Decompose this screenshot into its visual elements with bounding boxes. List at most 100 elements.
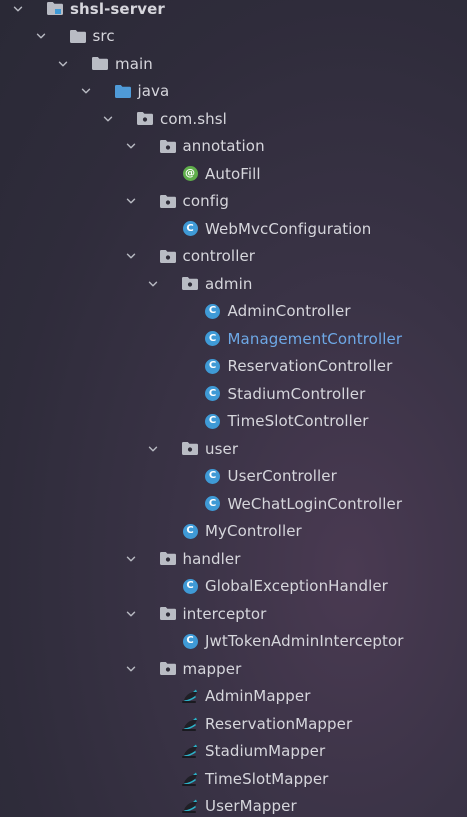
class-icon-glyph: C (182, 633, 198, 649)
source-root-folder-icon (114, 82, 132, 100)
class-icon-glyph: C (205, 303, 220, 319)
tree-item-mapper[interactable]: ReservationMapper (0, 710, 467, 738)
class-icon-glyph: C (205, 358, 220, 374)
class-icon-glyph: C (205, 413, 220, 429)
tree-item-class[interactable]: C UserController (0, 463, 467, 491)
tree-item-label: ReservationMapper (205, 714, 353, 733)
chevron-down-icon[interactable] (126, 251, 136, 261)
chevron-down-icon[interactable] (126, 664, 136, 674)
tree-item-mapper[interactable]: AdminMapper (0, 683, 467, 711)
tree-item-label: StadiumController (227, 384, 366, 403)
mybatis-mapper-icon (181, 742, 199, 760)
tree-item-label: interceptor (182, 604, 267, 623)
tree-item-folder[interactable]: src (0, 23, 467, 51)
tree-item-folder[interactable]: main (0, 50, 467, 78)
tree-item-class[interactable]: C GlobalExceptionHandler (0, 573, 467, 601)
tree-item-label: user (205, 439, 239, 458)
class-icon: C (204, 467, 222, 485)
tree-item-label: main (115, 54, 153, 73)
chevron-down-icon[interactable] (126, 554, 136, 564)
tree-item-class[interactable]: C JwtTokenAdminInterceptor (0, 628, 467, 656)
tree-item-label: TimeSlotController (227, 412, 369, 431)
tree-item-label: controller (182, 247, 256, 266)
tree-item-label: annotation (182, 137, 265, 156)
package-icon (159, 247, 177, 265)
tree-item-class[interactable]: C MyController (0, 518, 467, 546)
class-icon-glyph: C (205, 386, 220, 402)
tree-item-label: java (137, 82, 170, 101)
class-icon-glyph: C (182, 578, 198, 594)
class-icon: C (181, 220, 199, 238)
tree-item-label: StadiumMapper (205, 742, 326, 761)
chevron-down-icon[interactable] (126, 196, 136, 206)
tree-item-package[interactable]: interceptor (0, 600, 467, 628)
tree-item-package[interactable]: com.shsl (0, 105, 467, 133)
tree-item-class[interactable]: C ReservationController (0, 353, 467, 381)
chevron-down-icon[interactable] (148, 279, 158, 289)
tree-item-label: GlobalExceptionHandler (205, 577, 388, 596)
chevron-down-icon[interactable] (126, 141, 136, 151)
class-icon: C (204, 357, 222, 375)
tree-item-label: WebMvcConfiguration (205, 219, 372, 238)
package-icon (159, 137, 177, 155)
class-icon-glyph: C (182, 523, 198, 539)
class-icon: C (204, 302, 222, 320)
tree-item-label: WeChatLoginController (227, 494, 403, 513)
tree-item-package[interactable]: config (0, 188, 467, 216)
tree-item-label: TimeSlotMapper (205, 769, 329, 788)
chevron-down-icon[interactable] (81, 86, 91, 96)
chevron-down-icon[interactable] (58, 59, 68, 69)
tree-item-class[interactable]: C StadiumController (0, 380, 467, 408)
tree-item-annotation[interactable]: @ AutoFill (0, 160, 467, 188)
package-icon (181, 275, 199, 293)
tree-item-class[interactable]: C WeChatLoginController (0, 490, 467, 518)
tree-item-label: config (182, 192, 230, 211)
annotation-icon: @ (181, 165, 199, 183)
chevron-down-icon[interactable] (103, 114, 113, 124)
tree-item-class[interactable]: C TimeSlotController (0, 408, 467, 436)
package-icon (159, 605, 177, 623)
tree-item-label: AdminController (227, 302, 351, 321)
package-icon (181, 440, 199, 458)
class-icon: C (181, 632, 199, 650)
chevron-down-icon[interactable] (148, 444, 158, 454)
tree-item-label: ManagementController (227, 329, 403, 348)
tree-item-class[interactable]: C WebMvcConfiguration (0, 215, 467, 243)
tree-item-package[interactable]: handler (0, 545, 467, 573)
chevron-down-icon[interactable] (13, 4, 23, 14)
package-icon (136, 110, 154, 128)
mybatis-mapper-icon (181, 797, 199, 815)
tree-item-package[interactable]: controller (0, 243, 467, 271)
tree-item-source-root[interactable]: java (0, 78, 467, 106)
mybatis-mapper-icon (181, 770, 199, 788)
tree-item-module[interactable]: shsl-server (0, 0, 467, 23)
folder-icon (91, 55, 109, 73)
tree-item-mapper[interactable]: TimeSlotMapper (0, 765, 467, 793)
annotation-icon-glyph: @ (182, 166, 198, 182)
tree-item-label: ReservationController (227, 357, 393, 376)
tree-item-label: mapper (182, 659, 242, 678)
tree-item-class[interactable]: C ManagementController (0, 325, 467, 353)
package-icon (159, 192, 177, 210)
tree-item-package[interactable]: mapper (0, 655, 467, 683)
tree-item-label: src (92, 27, 115, 46)
class-icon-glyph: C (205, 468, 220, 484)
tree-item-label: MyController (205, 522, 302, 541)
chevron-down-icon[interactable] (36, 31, 46, 41)
tree-item-label: UserMapper (205, 797, 297, 816)
tree-item-package[interactable]: annotation (0, 133, 467, 161)
tree-item-mapper[interactable]: StadiumMapper (0, 738, 467, 766)
chevron-down-icon[interactable] (126, 609, 136, 619)
class-icon-glyph: C (205, 496, 220, 512)
tree-item-label: AdminMapper (205, 687, 311, 706)
tree-item-package[interactable]: admin (0, 270, 467, 298)
class-icon: C (204, 495, 222, 513)
package-icon (159, 550, 177, 568)
tree-item-label: AutoFill (205, 164, 261, 183)
tree-item-label: com.shsl (160, 109, 227, 128)
tree-item-mapper[interactable]: UserMapper (0, 793, 467, 817)
tree-item-class[interactable]: C AdminController (0, 298, 467, 326)
package-icon (159, 660, 177, 678)
tree-item-package[interactable]: user (0, 435, 467, 463)
mybatis-mapper-icon (181, 687, 199, 705)
